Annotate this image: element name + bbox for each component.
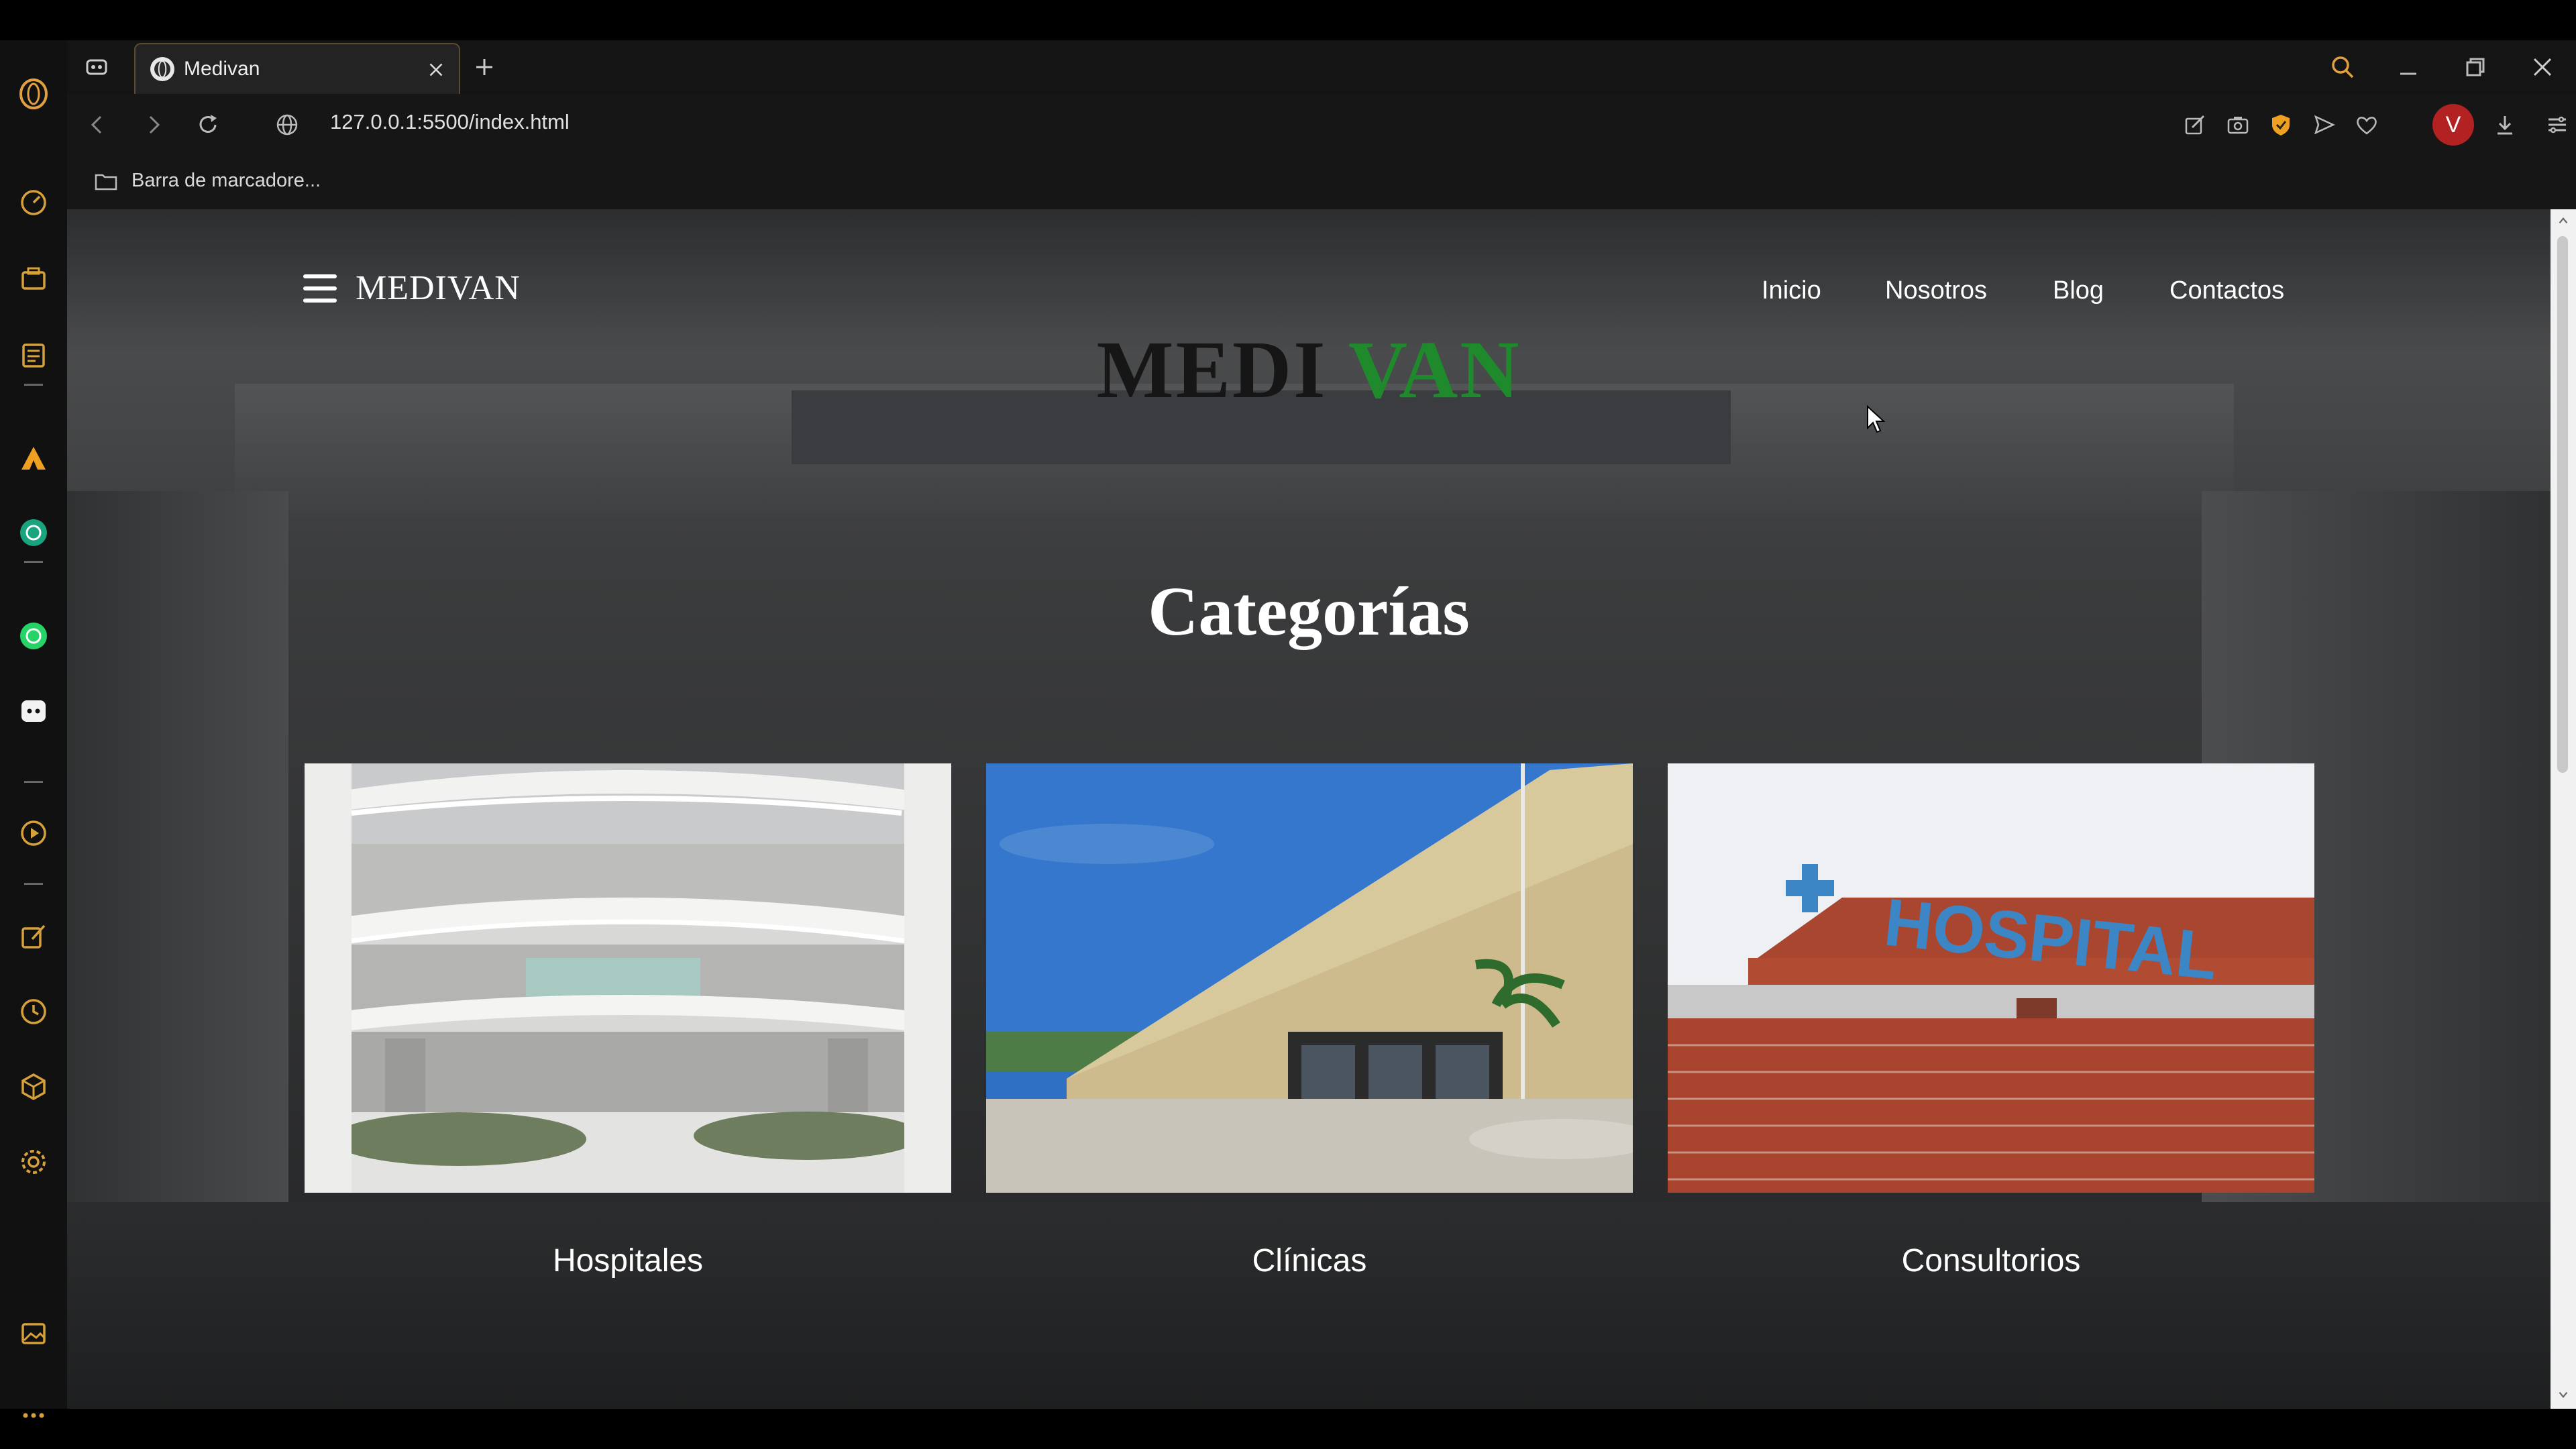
back-button[interactable] [83, 110, 113, 140]
screen-bottom-bar [0, 1409, 2576, 1449]
category-label-hospitales[interactable]: Hospitales [305, 1242, 951, 1279]
profile-avatar[interactable]: V [2432, 104, 2474, 146]
navbar-brand: MEDIVAN [303, 268, 521, 308]
whatsapp-icon[interactable] [13, 616, 54, 656]
hero-title-part2: VAN [1348, 325, 1521, 415]
tab-medivan[interactable]: Medivan [134, 43, 460, 94]
player-icon[interactable] [13, 813, 54, 853]
new-tab-button[interactable] [470, 52, 499, 82]
hero-title-part1: MEDI [1096, 325, 1328, 415]
scroll-up-icon[interactable] [2556, 213, 2571, 228]
page-scrollbar[interactable] [2551, 209, 2576, 1409]
nav-link-inicio[interactable]: Inicio [1762, 276, 1821, 305]
bookmarks-bar: Barra de marcadore... [67, 154, 2576, 209]
screen-top-bar [0, 0, 2576, 40]
category-image-clinicas[interactable] [986, 763, 1633, 1193]
workspaces-icon[interactable] [13, 259, 54, 299]
hamburger-menu-icon[interactable] [303, 274, 337, 303]
nav-link-nosotros[interactable]: Nosotros [1885, 276, 1987, 305]
vpn-shield-icon[interactable] [2266, 110, 2296, 140]
nav-link-contactos[interactable]: Contactos [2169, 276, 2284, 305]
section-title: Categorías [1148, 573, 1470, 650]
gallery-icon[interactable] [13, 1313, 54, 1354]
chatgpt-icon[interactable] [13, 513, 54, 553]
category-label-consultorios[interactable]: Consultorios [1668, 1242, 2314, 1279]
globe-icon [150, 57, 174, 81]
forward-button[interactable] [138, 110, 168, 140]
folder-icon [91, 168, 121, 195]
camera-icon[interactable] [2223, 110, 2253, 140]
send-icon[interactable] [2309, 110, 2339, 140]
tab-island-icon[interactable] [82, 52, 111, 82]
restore-button[interactable] [2459, 51, 2491, 83]
page-viewport: MEDIVAN Inicio Nosotros Blog Contactos M… [67, 209, 2551, 1409]
site-info-icon[interactable] [272, 110, 302, 140]
download-icon[interactable] [2490, 110, 2520, 140]
sidebar-separator [24, 561, 43, 563]
edit-icon[interactable] [2180, 110, 2210, 140]
category-label-clinicas[interactable]: Clínicas [986, 1242, 1633, 1279]
sidebar-separator [24, 883, 43, 885]
category-image-consultorios[interactable]: HOSPITAL [1668, 763, 2314, 1193]
search-tabs-icon[interactable] [2326, 51, 2359, 83]
speed-dial-icon[interactable] [13, 182, 54, 223]
easy-setup-icon[interactable] [2542, 110, 2572, 140]
sidebar-separator [24, 384, 43, 386]
tab-bar: Medivan [67, 40, 2576, 94]
browser-sidebar [0, 40, 67, 1418]
discord-icon[interactable] [13, 691, 54, 731]
pinboard-icon[interactable] [13, 916, 54, 957]
address-toolbar: 127.0.0.1:5500/index.html V [67, 94, 2576, 154]
scrollbar-thumb[interactable] [2557, 236, 2568, 773]
category-image-hospitales[interactable] [305, 763, 951, 1193]
aria-icon[interactable] [13, 439, 54, 479]
bookmarks-bar-folder[interactable]: Barra de marcadore... [131, 170, 321, 192]
address-bar-input[interactable]: 127.0.0.1:5500/index.html [330, 110, 570, 134]
scroll-down-icon[interactable] [2556, 1387, 2571, 1402]
brand-logo[interactable]: MEDIVAN [356, 268, 521, 308]
extensions-icon[interactable] [13, 1067, 54, 1107]
opera-logo-icon[interactable] [13, 74, 54, 114]
reload-button[interactable] [193, 110, 223, 140]
heart-icon[interactable] [2352, 110, 2381, 140]
minimize-button[interactable] [2392, 51, 2424, 83]
close-window-button[interactable] [2526, 51, 2559, 83]
tab-close-button[interactable] [423, 56, 449, 83]
sidebar-separator [24, 781, 43, 783]
nav-link-blog[interactable]: Blog [2053, 276, 2104, 305]
tab-title: Medivan [184, 58, 260, 80]
hero-title: MEDI VAN [67, 323, 2551, 417]
more-icon[interactable] [13, 1395, 54, 1436]
background-floor [67, 1202, 2551, 1409]
news-icon[interactable] [13, 335, 54, 376]
history-icon[interactable] [13, 991, 54, 1032]
settings-icon[interactable] [13, 1142, 54, 1182]
mouse-cursor-icon [1867, 405, 1886, 433]
